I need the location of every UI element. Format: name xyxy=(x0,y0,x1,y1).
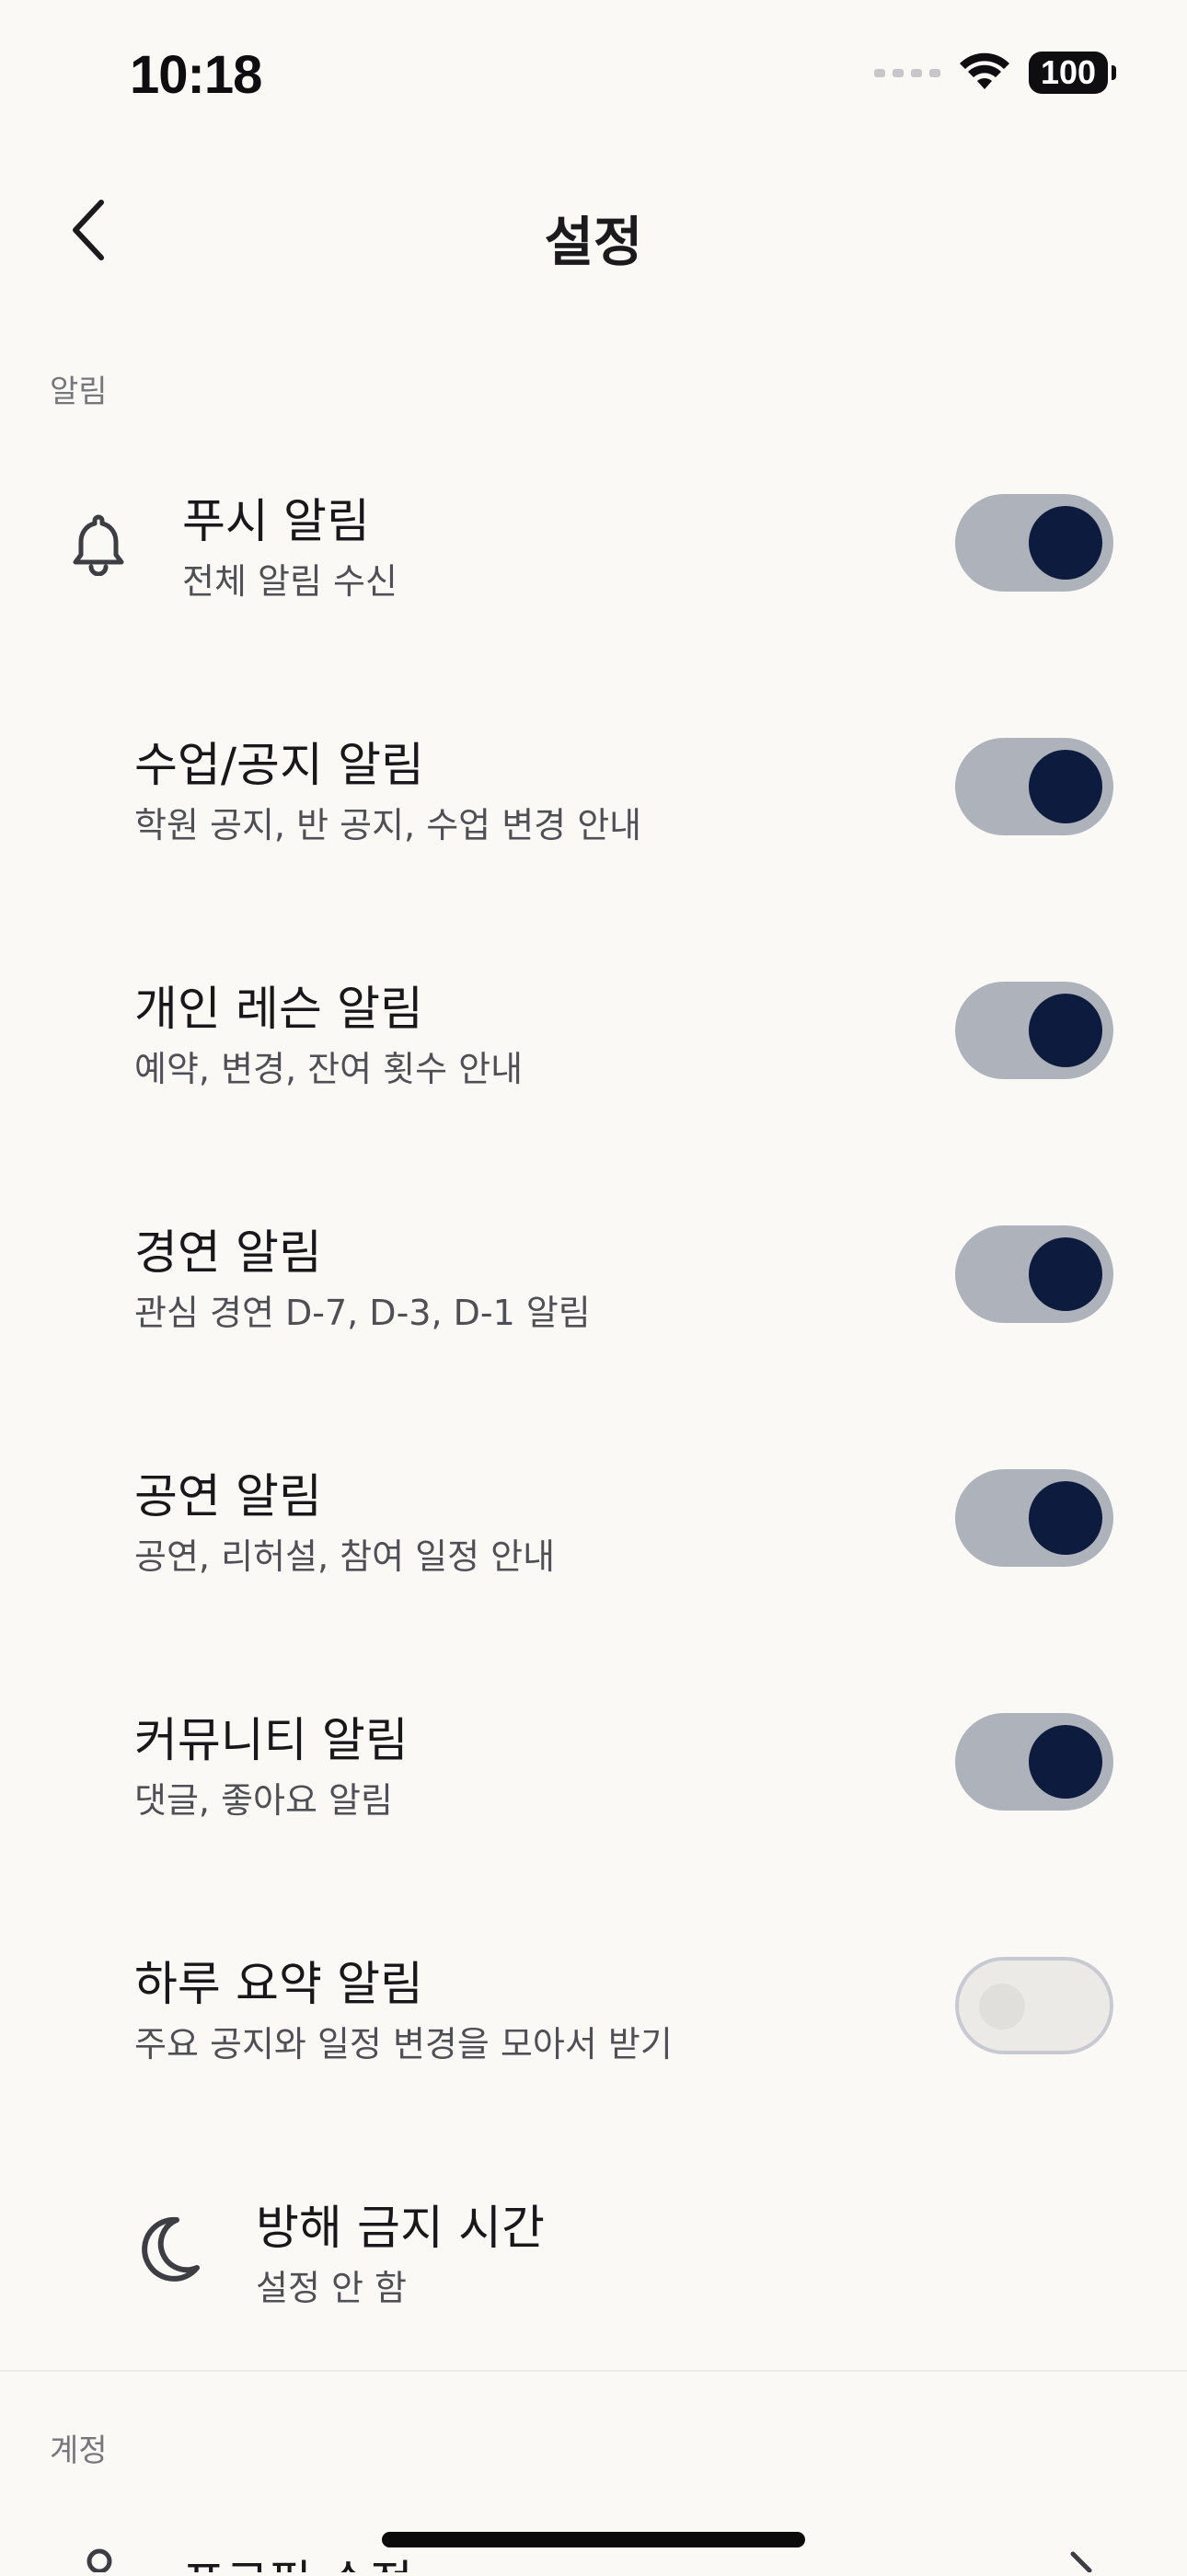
do-not-disturb-subtitle: 설정 안 함 xyxy=(256,2268,407,2308)
status-bar: 10:18 100 xyxy=(0,0,1187,156)
toggle-knob xyxy=(1029,1237,1102,1311)
battery-indicator: 100 xyxy=(1029,52,1116,94)
profile-edit-title: 프로필 수정 xyxy=(182,2545,413,2572)
toggle-knob xyxy=(1029,1481,1102,1555)
notification-row-title: 개인 레슨 알림 xyxy=(134,983,423,1037)
status-time: 10:18 xyxy=(130,45,262,105)
notification-row-title: 커뮤니티 알림 xyxy=(134,1714,409,1768)
push-notification-subtitle: 전체 알림 수신 xyxy=(182,561,398,602)
wifi-icon xyxy=(960,52,1009,89)
toggle-knob xyxy=(979,1984,1025,2030)
notification-row-community: 커뮤니티 알림 댓글, 좋아요 알림 xyxy=(0,1684,1187,1840)
notification-row-title: 수업/공지 알림 xyxy=(134,739,424,793)
home-indicator[interactable] xyxy=(382,2532,805,2547)
notification-row-title: 하루 요약 알림 xyxy=(134,1958,423,2012)
notification-row-subtitle: 주요 공지와 일정 변경을 모아서 받기 xyxy=(134,2024,673,2064)
competition-toggle[interactable] xyxy=(955,1225,1113,1323)
nav-header: 설정 xyxy=(0,175,1187,285)
page-title: 설정 xyxy=(544,211,643,273)
section-header-account: 계정 xyxy=(50,2432,108,2469)
notification-row-subtitle: 학원 공지, 반 공지, 수업 변경 안내 xyxy=(134,805,642,845)
notification-row-title: 공연 알림 xyxy=(134,1470,322,1524)
bell-icon xyxy=(66,509,131,579)
toggle-knob xyxy=(1029,994,1102,1067)
notification-row-title: 경연 알림 xyxy=(134,1226,322,1281)
do-not-disturb-title: 방해 금지 시간 xyxy=(256,2202,545,2256)
section-header-notifications: 알림 xyxy=(50,374,108,410)
moon-icon xyxy=(133,2208,206,2291)
daily-summary-toggle[interactable] xyxy=(955,1957,1113,2054)
push-notification-title: 푸시 알림 xyxy=(182,495,370,549)
cellular-signal-icon xyxy=(874,68,940,77)
notification-row-class-notice: 수업/공지 알림 학원 공지, 반 공지, 수업 변경 안내 xyxy=(0,708,1187,865)
performance-toggle[interactable] xyxy=(955,1469,1113,1567)
notification-row-daily-summary: 하루 요약 알림 주요 공지와 일정 변경을 모아서 받기 xyxy=(0,1927,1187,2084)
notification-row-performance: 공연 알림 공연, 리허설, 참여 일정 안내 xyxy=(0,1440,1187,1596)
person-icon xyxy=(72,2547,127,2572)
class-notice-toggle[interactable] xyxy=(955,738,1113,835)
toggle-knob xyxy=(1029,1725,1102,1799)
section-divider xyxy=(0,2370,1187,2372)
status-icons: 100 xyxy=(874,52,1116,94)
do-not-disturb-row[interactable]: 방해 금지 시간 설정 안 함 xyxy=(0,2171,1187,2328)
notification-row-subtitle: 공연, 리허설, 참여 일정 안내 xyxy=(134,1536,556,1577)
notification-row-private-lesson: 개인 레슨 알림 예약, 변경, 잔여 횟수 안내 xyxy=(0,952,1187,1109)
private-lesson-toggle[interactable] xyxy=(955,982,1113,1079)
notification-row-competition: 경연 알림 관심 경연 D-7, D-3, D-1 알림 xyxy=(0,1196,1187,1352)
toggle-knob xyxy=(1029,506,1102,580)
notification-row-subtitle: 예약, 변경, 잔여 횟수 안내 xyxy=(134,1049,524,1089)
push-notification-toggle[interactable] xyxy=(955,494,1113,592)
community-toggle[interactable] xyxy=(955,1713,1113,1811)
push-notification-row: 푸시 알림 전체 알림 수신 xyxy=(0,465,1187,621)
notification-row-subtitle: 댓글, 좋아요 알림 xyxy=(134,1780,393,1821)
toggle-knob xyxy=(1029,750,1102,823)
notification-row-subtitle: 관심 경연 D-7, D-3, D-1 알림 xyxy=(134,1293,591,1333)
